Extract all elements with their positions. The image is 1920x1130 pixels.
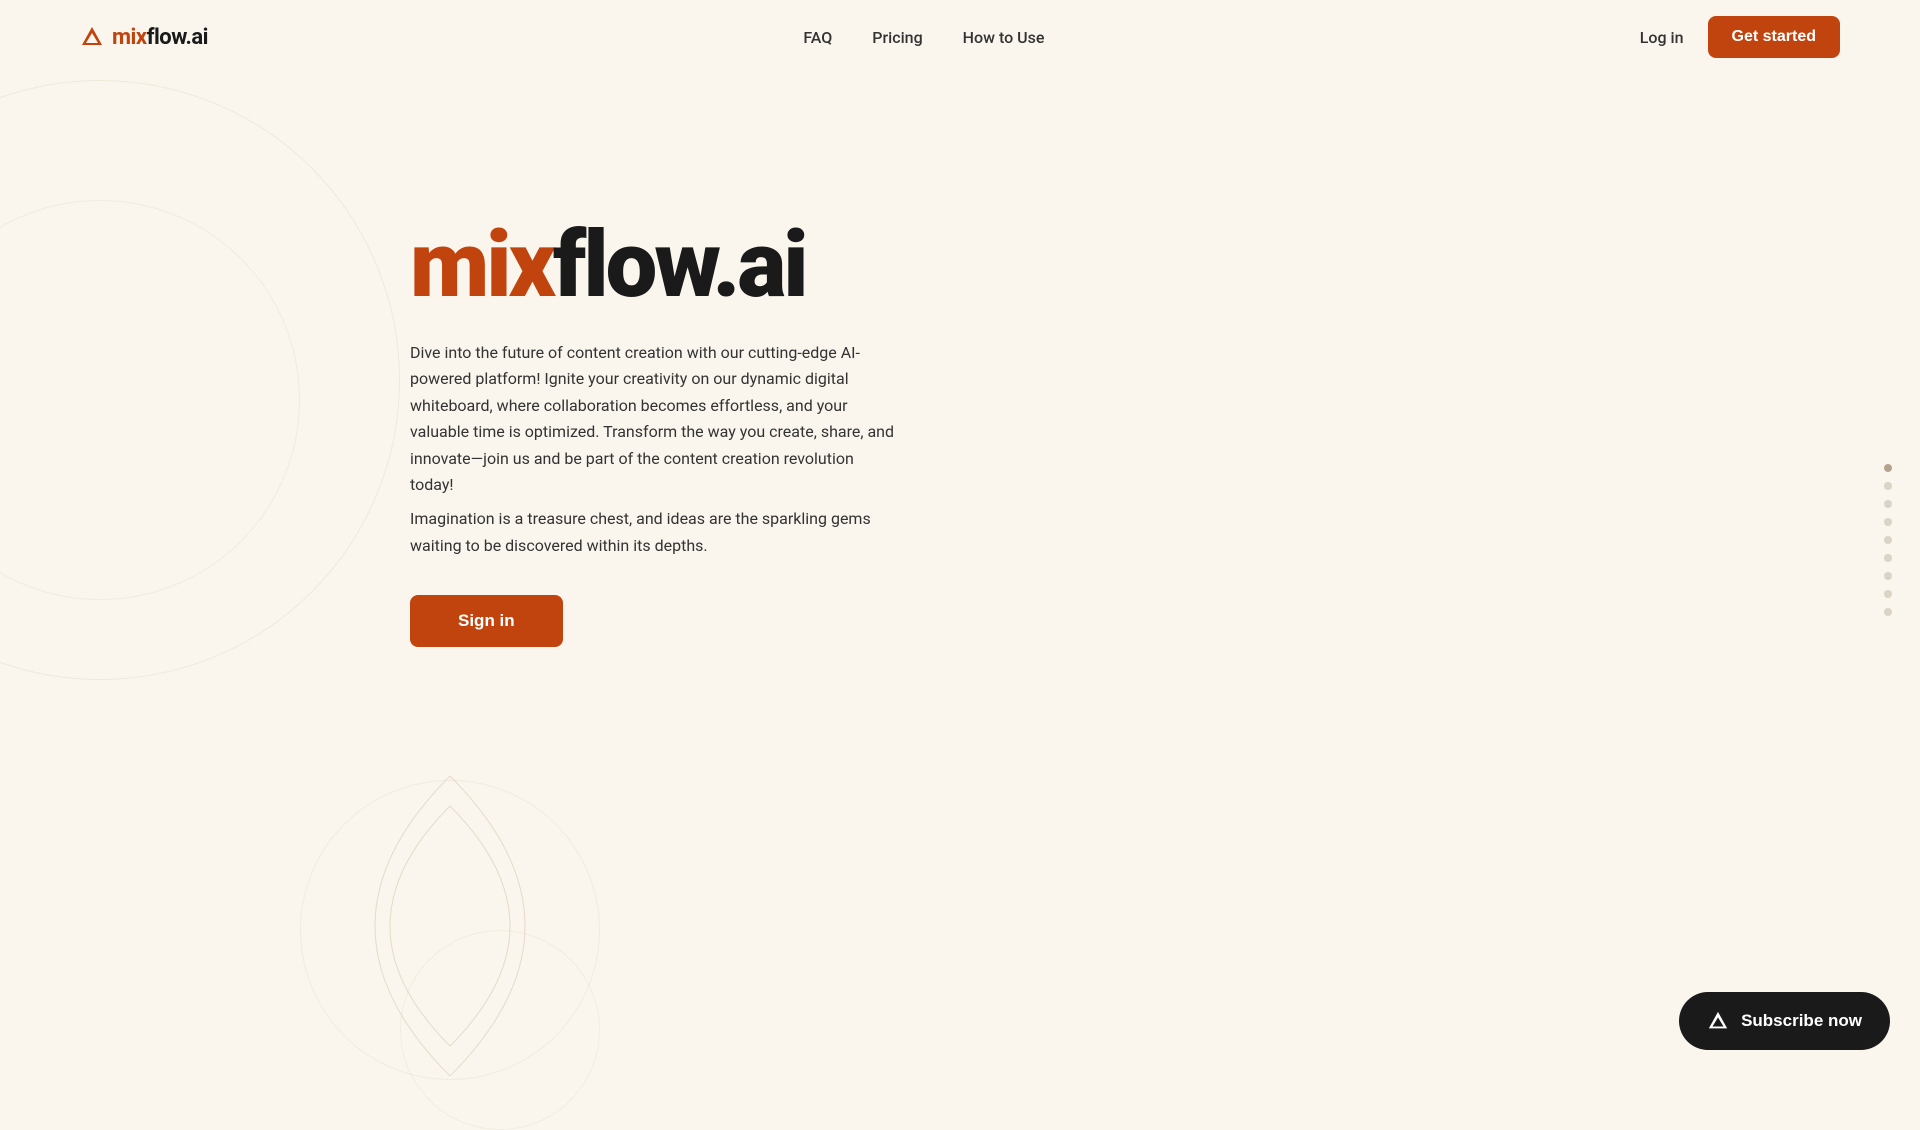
nav-item-how-to-use[interactable]: How to Use xyxy=(963,28,1045,47)
nav-link-faq[interactable]: FAQ xyxy=(803,28,832,47)
dot-nav-item-7[interactable] xyxy=(1884,572,1892,580)
dot-nav-item-1[interactable] xyxy=(1884,464,1892,472)
nav-links: FAQ Pricing How to Use xyxy=(803,28,1044,47)
subscribe-label: Subscribe now xyxy=(1741,1011,1862,1031)
dot-nav-item-4[interactable] xyxy=(1884,518,1892,526)
dot-nav-item-8[interactable] xyxy=(1884,590,1892,598)
bg-circle-2 xyxy=(0,200,300,600)
dot-nav-item-2[interactable] xyxy=(1884,482,1892,490)
subscribe-now-button[interactable]: Subscribe now xyxy=(1679,992,1890,1050)
hero-tagline: Imagination is a treasure chest, and ide… xyxy=(410,506,900,559)
curve-decoration xyxy=(300,776,600,1080)
logo[interactable]: mixflow.ai xyxy=(80,25,208,50)
hero-brand: mixflow.ai xyxy=(410,220,900,312)
nav-link-how-to-use[interactable]: How to Use xyxy=(963,28,1045,47)
hero-brand-flow: flow.ai xyxy=(553,212,806,319)
navbar: mixflow.ai FAQ Pricing How to Use Log in… xyxy=(0,0,1920,74)
hero-brand-mix: mix xyxy=(410,212,553,319)
login-link[interactable]: Log in xyxy=(1640,28,1684,47)
logo-mix: mix xyxy=(112,25,147,50)
bg-circle-3 xyxy=(300,780,600,1080)
logo-text: mixflow.ai xyxy=(112,25,208,50)
hero-section: mixflow.ai Dive into the future of conte… xyxy=(410,220,900,647)
dot-nav xyxy=(1884,464,1892,616)
nav-link-pricing[interactable]: Pricing xyxy=(872,28,922,47)
dot-nav-item-6[interactable] xyxy=(1884,554,1892,562)
nav-item-pricing[interactable]: Pricing xyxy=(872,28,922,47)
bg-circle-1 xyxy=(0,80,400,680)
logo-flow: flow.ai xyxy=(147,25,208,50)
hero-description: Dive into the future of content creation… xyxy=(410,340,900,498)
nav-actions: Log in Get started xyxy=(1640,16,1840,58)
bg-circle-4 xyxy=(400,930,600,1130)
dot-nav-item-9[interactable] xyxy=(1884,608,1892,616)
nav-item-faq[interactable]: FAQ xyxy=(803,28,832,47)
dot-nav-item-5[interactable] xyxy=(1884,536,1892,544)
sign-in-button[interactable]: Sign in xyxy=(410,595,563,647)
get-started-button[interactable]: Get started xyxy=(1708,16,1840,58)
subscribe-icon xyxy=(1707,1010,1729,1032)
dot-nav-item-3[interactable] xyxy=(1884,500,1892,508)
logo-icon xyxy=(80,25,104,49)
